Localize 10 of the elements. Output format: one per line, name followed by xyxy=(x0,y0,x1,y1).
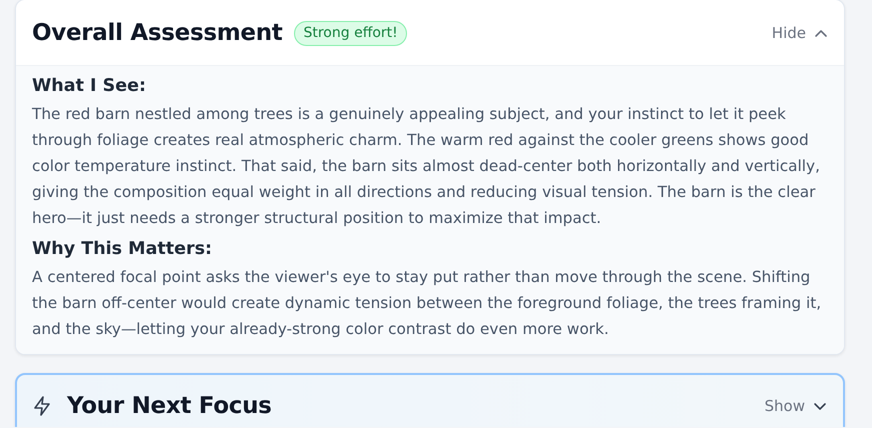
toggle-button[interactable]: Hide xyxy=(772,22,828,45)
panel-title: Overall Assessment xyxy=(32,19,282,48)
status-badge: Strong effort! xyxy=(294,21,407,46)
section-heading: What I See: xyxy=(32,76,147,97)
section-heading: Why This Matters: xyxy=(32,239,214,260)
section-text: A centered focal point asks the viewer's eye to stay put rather than move through the scene. Shifting the barn off-center would create dynamic tension between the foreground foliage, the trees framing it, and the sky—letting your already-strong color contrast do even more work. xyxy=(32,267,822,340)
panel-title: Your Next Focus xyxy=(67,392,272,421)
lightning-icon xyxy=(33,396,51,416)
section-text: The red barn nestled among trees is a genuinely appealing subject, and your instinct to let it peek through foliage creates real atmospheric charm. The warm red against the cooler greens shows good color temperature instinct. That said, the barn sits almost dead-center both horizontally and vertically, giving the composition equal weight in all directions and reducing visual tension. The barn is the clear hero—it just needs a stronger structural position to maximize that impact. xyxy=(32,104,821,229)
toggle-button[interactable]: Show xyxy=(764,395,827,418)
